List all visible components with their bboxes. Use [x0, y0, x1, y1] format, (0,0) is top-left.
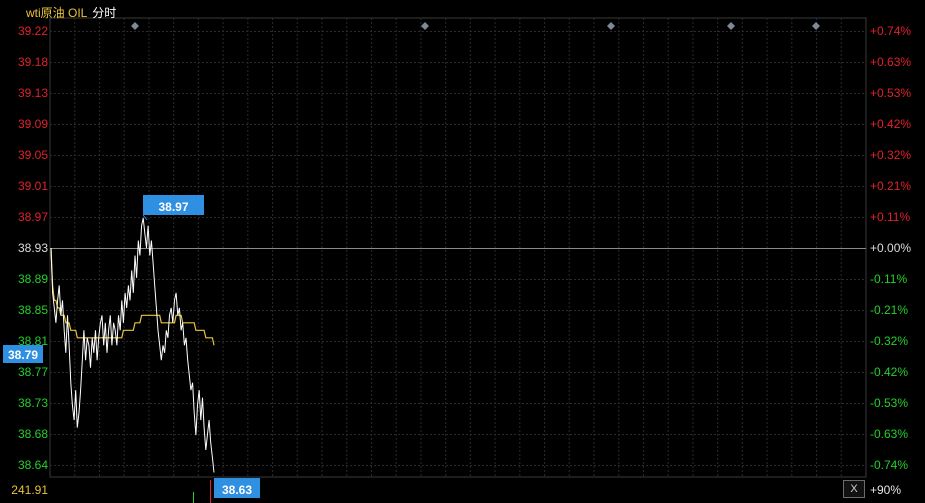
- percent-tick-label: -0.53%: [870, 396, 908, 410]
- price-tick-label: 38.73: [18, 396, 48, 410]
- price-axis: 39.22 39.18 39.13 39.09 39.05 39.01 38.97 38.93…: [11, 24, 48, 497]
- percent-tick-label: -0.11%: [870, 272, 907, 286]
- high-price-label: 38.97: [158, 200, 188, 214]
- percent-tick-label: -0.63%: [870, 427, 908, 441]
- percent-tick-label: +0.32%: [870, 148, 911, 162]
- price-tick-label: 38.77: [18, 365, 48, 379]
- volume-label: 241.91: [11, 483, 48, 497]
- percent-tick-label: +0.63%: [870, 55, 911, 69]
- price-tick-label: 38.64: [18, 458, 48, 472]
- price-tick-label: 39.05: [18, 148, 48, 162]
- price-tick-label: 38.97: [18, 210, 48, 224]
- price-tick-label: 39.18: [18, 55, 48, 69]
- last-price-label: 38.63: [222, 483, 252, 497]
- price-tick-label: 38.68: [18, 427, 48, 441]
- percent-axis: +0.74% +0.63% +0.53% +0.42% +0.32% +0.21% +0.1…: [870, 24, 911, 497]
- intraday-chart: 39.22 39.18 39.13 39.09 39.05 39.01 38.97 38.93…: [3, 17, 911, 503]
- grid: [49, 17, 867, 478]
- average-price-line: [50, 247, 215, 346]
- event-marker-icon[interactable]: [727, 22, 735, 30]
- chart-title: wti原油 OIL 分时: [26, 4, 116, 21]
- percent-tick-label: +0.42%: [870, 117, 911, 131]
- percent-tick-label: +0.53%: [870, 86, 911, 100]
- event-marker-icon[interactable]: [607, 22, 615, 30]
- current-price-label: 38.79: [8, 348, 38, 362]
- price-tick-label: 39.22: [18, 24, 48, 38]
- price-tick-label: 38.89: [18, 272, 48, 286]
- percent-footer-label: +90%: [870, 483, 901, 497]
- plot-frame: [49, 17, 867, 478]
- price-tick-label: 38.93: [18, 241, 48, 255]
- event-marker-icon[interactable]: [421, 22, 429, 30]
- plot-lines: [50, 217, 215, 503]
- chart-mode: 分时: [92, 6, 117, 20]
- percent-tick-label: +0.74%: [870, 24, 911, 38]
- instrument-name: wti原油 OIL: [26, 6, 87, 20]
- price-tick-label: 39.01: [18, 179, 48, 193]
- percent-tick-label: -0.74%: [870, 458, 908, 472]
- percent-tick-label: +0.11%: [870, 210, 910, 224]
- price-tick-label: 39.09: [18, 117, 48, 131]
- price-tick-label: 39.13: [18, 86, 48, 100]
- percent-tick-label: -0.21%: [870, 303, 908, 317]
- event-marker-icon[interactable]: [812, 22, 820, 30]
- event-markers[interactable]: [131, 22, 820, 30]
- percent-tick-label: +0.21%: [870, 179, 911, 193]
- percent-tick-label: +0.00%: [870, 241, 911, 255]
- percent-tick-label: -0.42%: [870, 365, 908, 379]
- event-marker-icon[interactable]: [131, 22, 139, 30]
- close-button[interactable]: X: [843, 480, 865, 498]
- percent-tick-label: -0.32%: [870, 334, 908, 348]
- price-tick-label: 38.85: [18, 303, 48, 317]
